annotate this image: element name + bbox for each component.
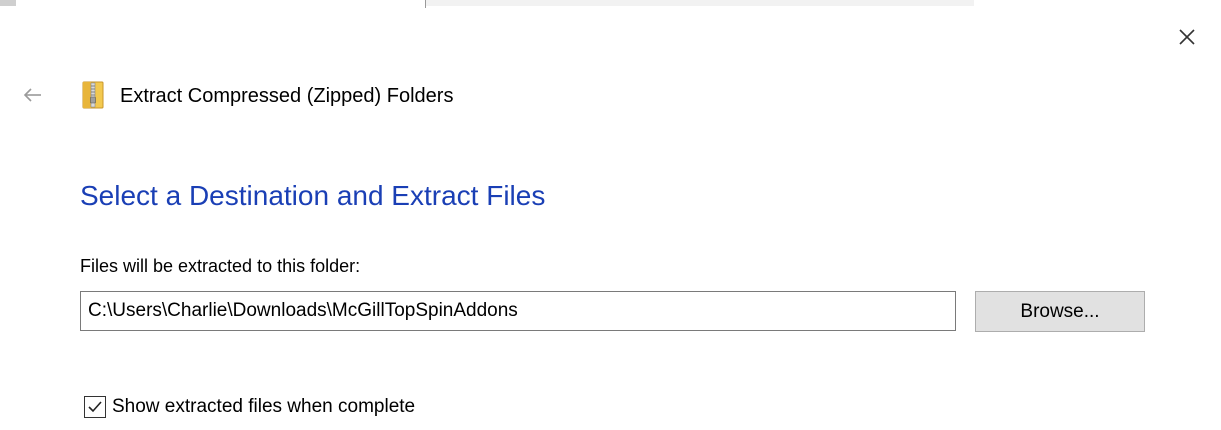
show-files-checkbox-row[interactable]: Show extracted files when complete — [84, 395, 415, 419]
top-strip-bar — [426, 0, 974, 6]
back-button[interactable] — [18, 80, 48, 110]
close-button[interactable] — [1172, 22, 1202, 52]
zipped-folder-icon — [82, 81, 104, 109]
checkmark-icon — [88, 401, 102, 413]
extract-wizard-window: Extract Compressed (Zipped) Folders Sele… — [0, 0, 1221, 430]
destination-label: Files will be extracted to this folder: — [80, 256, 361, 276]
show-files-checkbox[interactable] — [84, 396, 106, 418]
browse-button[interactable]: Browse... — [975, 291, 1145, 332]
arrow-left-icon — [23, 88, 41, 102]
show-files-label: Show extracted files when complete — [112, 396, 416, 417]
destination-path-input[interactable] — [80, 291, 956, 331]
close-icon — [1179, 29, 1195, 45]
window-title: Extract Compressed (Zipped) Folders — [120, 85, 454, 107]
top-strip-edge — [0, 0, 16, 6]
page-heading: Select a Destination and Extract Files — [80, 180, 546, 211]
